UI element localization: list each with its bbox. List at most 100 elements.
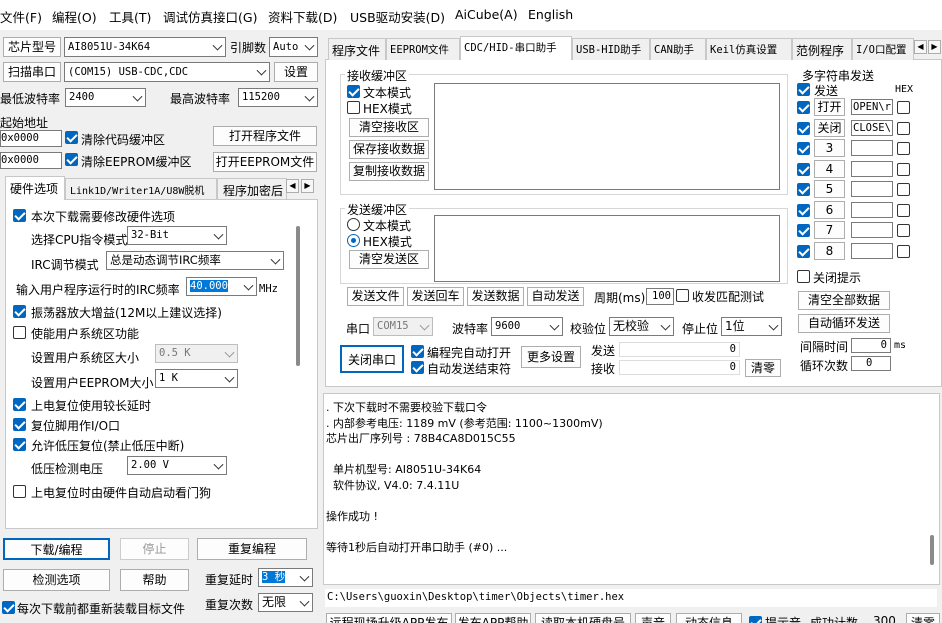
multi-row-send-button[interactable]: 关闭 bbox=[814, 118, 845, 137]
clear-success-count-button[interactable]: 清零 bbox=[906, 613, 940, 623]
close-port-button[interactable]: 关闭串口 bbox=[340, 345, 404, 373]
right-tab-scroll-right-icon[interactable]: ▶ bbox=[928, 40, 941, 54]
beep-checkbox[interactable] bbox=[749, 616, 762, 623]
serial-port-select[interactable]: COM15 bbox=[373, 317, 433, 336]
chip-type-button[interactable]: 芯片型号 bbox=[3, 37, 61, 57]
log-scrollbar[interactable] bbox=[930, 535, 934, 565]
clear-count-button[interactable]: 清零 bbox=[745, 359, 781, 377]
multi-row-checkbox[interactable] bbox=[797, 183, 810, 196]
copy-rx-button[interactable]: 复制接收数据 bbox=[349, 162, 429, 181]
multi-row-input[interactable] bbox=[851, 222, 893, 238]
modify-hardware-checkbox[interactable] bbox=[13, 209, 26, 222]
repeat-count-select[interactable]: 无限 bbox=[258, 593, 313, 612]
multi-row-hex-checkbox[interactable] bbox=[897, 162, 910, 176]
eeprom-size-select[interactable]: 1 K bbox=[155, 369, 238, 388]
open-eeprom-file-button[interactable]: 打开EEPROM文件 bbox=[213, 152, 317, 172]
interval-input[interactable]: 0 bbox=[851, 338, 891, 353]
menu-program[interactable]: 编程(O) bbox=[52, 7, 97, 26]
save-rx-button[interactable]: 保存接收数据 bbox=[349, 140, 429, 159]
osc-gain-checkbox[interactable] bbox=[13, 305, 26, 318]
tx-text-mode-radio[interactable] bbox=[347, 218, 360, 231]
lvd-select[interactable]: 2.00 V bbox=[127, 456, 227, 475]
read-disk-id-button[interactable]: 读取本机硬盘号 bbox=[535, 613, 631, 623]
max-baud-select[interactable]: 115200 bbox=[238, 88, 318, 107]
multi-row-send-button[interactable]: 6 bbox=[814, 200, 845, 219]
multi-row-checkbox[interactable] bbox=[797, 162, 810, 176]
settings-button[interactable]: 设置 bbox=[274, 62, 318, 82]
multi-row-checkbox[interactable] bbox=[797, 224, 810, 237]
send-file-button[interactable]: 发送文件 bbox=[347, 287, 404, 306]
send-data-button[interactable]: 发送数据 bbox=[467, 287, 524, 306]
menu-debug[interactable]: 调试仿真接口(G) bbox=[163, 7, 257, 26]
multi-row-input[interactable] bbox=[851, 140, 893, 156]
cpu-mode-select[interactable]: 32-Bit bbox=[127, 226, 227, 245]
port-select[interactable]: (COM15) USB-CDC,CDC bbox=[64, 62, 270, 82]
detect-options-button[interactable]: 检测选项 bbox=[3, 569, 110, 591]
tab-encryption[interactable]: 程序加密后 bbox=[217, 178, 287, 199]
rx-hex-mode-checkbox[interactable] bbox=[347, 101, 360, 114]
multi-row-checkbox[interactable] bbox=[797, 121, 810, 135]
menu-usb-driver[interactable]: USB驱动安装(D) bbox=[350, 7, 445, 26]
multi-row-hex-checkbox[interactable] bbox=[897, 224, 910, 237]
stop-bit-select[interactable]: 1位 bbox=[721, 317, 782, 336]
multi-row-hex-checkbox[interactable] bbox=[897, 121, 910, 135]
multi-row-input[interactable]: OPEN\r bbox=[851, 99, 893, 115]
tab-io-config[interactable]: I/O口配置 bbox=[852, 38, 914, 60]
multi-row-hex-checkbox[interactable] bbox=[897, 203, 910, 217]
multi-row-input[interactable] bbox=[851, 181, 893, 197]
auto-open-checkbox[interactable] bbox=[411, 345, 424, 358]
tab-eeprom-file[interactable]: EEPROM文件 bbox=[386, 38, 460, 60]
multi-row-send-button[interactable]: 7 bbox=[814, 221, 845, 239]
tab-scroll-right-icon[interactable]: ▶ bbox=[301, 179, 314, 193]
close-tip-checkbox[interactable] bbox=[797, 270, 810, 283]
code-address-input[interactable]: 0x0000 bbox=[0, 130, 62, 147]
dynamic-info-button[interactable]: 动态信息 bbox=[676, 613, 742, 623]
auto-end-checkbox[interactable] bbox=[411, 361, 424, 374]
chip-type-select[interactable]: AI8051U-34K64 bbox=[64, 37, 226, 57]
tab-scroll-left-icon[interactable]: ◀ bbox=[286, 179, 299, 193]
reset-io-checkbox[interactable] bbox=[13, 418, 26, 431]
watchdog-checkbox[interactable] bbox=[13, 485, 26, 498]
irc-freq-select[interactable]: 40.000 bbox=[186, 277, 257, 296]
tab-usb-hid[interactable]: USB-HID助手 bbox=[572, 38, 650, 60]
multi-row-checkbox[interactable] bbox=[797, 101, 810, 114]
auto-loop-send-button[interactable]: 自动循环发送 bbox=[798, 314, 890, 333]
right-tab-scroll-left-icon[interactable]: ◀ bbox=[914, 40, 927, 54]
recv-match-checkbox[interactable] bbox=[676, 289, 689, 302]
tx-textarea[interactable] bbox=[434, 215, 780, 282]
repeat-delay-select[interactable]: 3 秒 bbox=[258, 568, 313, 587]
multi-row-send-button[interactable]: 3 bbox=[814, 139, 845, 157]
menu-english[interactable]: English bbox=[528, 7, 573, 22]
rx-text-mode-checkbox[interactable] bbox=[347, 85, 360, 98]
repeat-program-button[interactable]: 重复编程 bbox=[197, 538, 307, 560]
parity-select[interactable]: 无校验 bbox=[609, 317, 674, 336]
remote-upgrade-button[interactable]: 远程现场升级APP发布 bbox=[326, 613, 452, 623]
publish-app-help-button[interactable]: 发布APP帮助 bbox=[455, 613, 531, 623]
tab-offline-writer[interactable]: Link1D/Writer1A/U8W脱机 bbox=[65, 178, 217, 199]
sound-button[interactable]: 声音 bbox=[635, 613, 671, 623]
loop-count-input[interactable]: 0 bbox=[851, 356, 891, 371]
multi-row-input[interactable]: CLOSE\ bbox=[851, 119, 893, 136]
multi-row-input[interactable] bbox=[851, 242, 893, 259]
options-scrollbar[interactable] bbox=[296, 226, 300, 366]
multi-row-input[interactable] bbox=[851, 201, 893, 218]
multi-row-hex-checkbox[interactable] bbox=[897, 101, 910, 114]
auto-send-button[interactable]: 自动发送 bbox=[527, 287, 584, 306]
download-program-button[interactable]: 下载/编程 bbox=[3, 538, 110, 560]
user-system-checkbox[interactable] bbox=[13, 326, 26, 339]
tab-can[interactable]: CAN助手 bbox=[650, 38, 706, 60]
rx-textarea[interactable] bbox=[434, 83, 780, 190]
multi-row-send-button[interactable]: 5 bbox=[814, 180, 845, 198]
multi-row-checkbox[interactable] bbox=[797, 244, 810, 258]
tab-hardware-options[interactable]: 硬件选项 bbox=[5, 176, 65, 200]
multi-row-hex-checkbox[interactable] bbox=[897, 183, 910, 196]
multi-row-send-button[interactable]: 8 bbox=[814, 241, 845, 260]
clear-eeprom-checkbox[interactable] bbox=[65, 153, 78, 166]
power-reset-delay-checkbox[interactable] bbox=[13, 398, 26, 411]
user-system-size-select[interactable]: 0.5 K bbox=[155, 344, 238, 363]
multi-send-checkbox[interactable] bbox=[797, 83, 810, 96]
multi-row-send-button[interactable]: 4 bbox=[814, 159, 845, 178]
low-voltage-reset-checkbox[interactable] bbox=[13, 438, 26, 451]
tab-program-file[interactable]: 程序文件 bbox=[328, 38, 386, 60]
tx-hex-mode-radio[interactable] bbox=[347, 234, 360, 247]
